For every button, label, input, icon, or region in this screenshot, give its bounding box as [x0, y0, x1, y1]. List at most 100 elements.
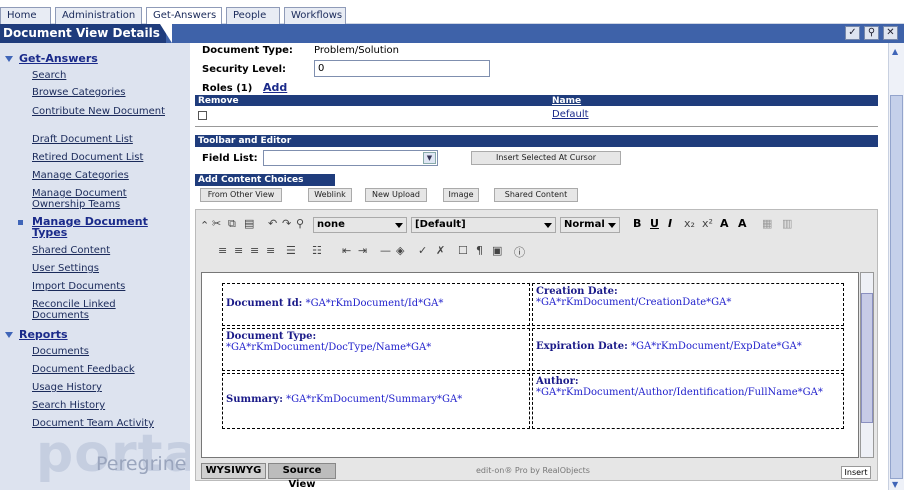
cell-label: Creation Date: [536, 286, 618, 297]
sidebar-item-document-feedback[interactable]: Document Feedback [32, 364, 167, 375]
expand-icon[interactable]: ⌃ [200, 219, 209, 232]
paragraph-marks-icon[interactable]: ¶ [476, 244, 483, 257]
tab-administration[interactable]: Administration [55, 7, 142, 24]
paste-icon[interactable]: ▤ [244, 217, 254, 230]
spellcheck-icon[interactable]: ✓ [418, 244, 427, 257]
new-upload-button[interactable]: New Upload [365, 188, 427, 202]
undo-icon[interactable]: ↶ [268, 217, 277, 230]
sidebar-item-browse-categories[interactable]: Browse Categories [32, 87, 167, 98]
editor-credit: edit-on® Pro by RealObjects [476, 466, 590, 475]
insert-object-icon[interactable]: ◈ [396, 244, 404, 257]
chevron-down-icon[interactable]: ▼ [423, 152, 436, 164]
add-role-link[interactable]: Add [263, 81, 287, 94]
find-icon[interactable]: ⚲ [296, 217, 304, 230]
tab-workflows[interactable]: Workflows [284, 7, 346, 24]
cell-document-type[interactable]: Document Type: *GA*rKmDocument/DocType/Na… [222, 328, 530, 371]
info-icon[interactable]: ⓘ [514, 244, 525, 260]
indent-icon[interactable]: ⇥ [358, 244, 367, 257]
scrollbar-thumb[interactable] [890, 95, 903, 479]
divider [195, 126, 878, 127]
doc-type-value: Problem/Solution [314, 45, 399, 56]
highlight-icon[interactable]: A [738, 217, 747, 230]
tab-people[interactable]: People [226, 7, 280, 24]
redo-icon[interactable]: ↷ [282, 217, 291, 230]
col-name[interactable]: Name [552, 95, 581, 107]
sidebar-item-reconcile-linked[interactable]: Reconcile Linked Documents [32, 299, 167, 321]
cut-icon[interactable]: ✂ [212, 217, 221, 230]
tab-source-view[interactable]: Source View [268, 463, 336, 490]
cell-expiration-date[interactable]: Expiration Date: *GA*rKmDocument/ExpDate… [532, 328, 844, 371]
subscript-icon[interactable]: x₂ [684, 217, 695, 230]
bold-icon[interactable]: B [633, 217, 641, 230]
tab-wysiwyg[interactable]: WYSIWYG [201, 463, 266, 479]
sidebar-item-documents[interactable]: Documents [32, 346, 167, 357]
sidebar-item-search-history[interactable]: Search History [32, 400, 167, 411]
sidebar-item-retired-document-list[interactable]: Retired Document List [32, 152, 167, 163]
cell-author[interactable]: Author: *GA*rKmDocument/Author/Identifica… [532, 373, 844, 429]
page-scrollbar[interactable]: ▲ ▼ [888, 43, 904, 490]
cell-label: Document Id: [226, 298, 303, 309]
cell-creation-date[interactable]: Creation Date: *GA*rKmDocument/CreationDa… [532, 283, 844, 326]
bullet-list-icon[interactable]: ☰ [286, 244, 296, 257]
font-select[interactable]: [Default] [411, 217, 556, 233]
cell-label: Summary: [226, 394, 283, 405]
justify-icon[interactable]: ≡ [266, 244, 275, 257]
sidebar-item-search[interactable]: Search [32, 70, 167, 81]
align-center-icon[interactable]: ≡ [234, 244, 243, 257]
cell-text: Document Id: *GA*rKmDocument/Id*GA* [226, 286, 526, 309]
underline-icon[interactable]: U [650, 217, 659, 230]
copy-icon[interactable]: ⧉ [228, 217, 236, 231]
cell-summary[interactable]: Summary: *GA*rKmDocument/Summary*GA* [222, 373, 530, 429]
sidebar-item-manage-categories[interactable]: Manage Categories [32, 170, 167, 181]
scrollbar-thumb[interactable] [861, 293, 873, 423]
sidebar-item-manage-ownership-teams[interactable]: Manage Document Ownership Teams [32, 188, 167, 210]
scroll-up-icon[interactable]: ▲ [892, 47, 898, 56]
doc-type-label: Document Type: [202, 45, 293, 56]
remove-role-checkbox[interactable] [198, 111, 207, 120]
field-list-select[interactable]: ▼ [263, 150, 438, 166]
image-button[interactable]: Image [443, 188, 479, 202]
superscript-icon[interactable]: x² [702, 217, 713, 230]
search-icon[interactable]: ⚲ [864, 26, 879, 40]
style-select-value: none [317, 219, 345, 230]
cell-document-id[interactable]: Document Id: *GA*rKmDocument/Id*GA* [222, 283, 530, 326]
horizontal-rule-icon[interactable]: — [380, 244, 391, 257]
page-header: Document View Details ✓ ⚲ ✕ [0, 24, 904, 43]
sidebar-item-shared-content[interactable]: Shared Content [32, 245, 167, 256]
sidebar-item-user-settings[interactable]: User Settings [32, 263, 167, 274]
shared-content-button[interactable]: Shared Content [494, 188, 578, 202]
sidebar-item-usage-history[interactable]: Usage History [32, 382, 167, 393]
sidebar-section-get-answers[interactable]: Get-Answers [5, 52, 98, 65]
scroll-down-icon[interactable]: ▼ [892, 480, 898, 489]
font-color-icon[interactable]: A [720, 217, 729, 230]
weblink-button[interactable]: Weblink [308, 188, 352, 202]
size-select[interactable]: Normal [560, 217, 620, 233]
role-name-default[interactable]: Default [552, 109, 589, 120]
fullscreen-icon[interactable]: ☐ [458, 244, 468, 257]
table-props-icon[interactable]: ▥ [782, 217, 792, 230]
properties-icon[interactable]: ▣ [492, 244, 502, 257]
editor-content-area[interactable]: Document Id: *GA*rKmDocument/Id*GA* Crea… [201, 272, 859, 458]
sidebar-item-manage-document-types[interactable]: Manage Document Types [32, 216, 167, 238]
tab-get-answers[interactable]: Get-Answers [146, 7, 222, 24]
cell-value: *GA*rKmDocument/Id*GA* [305, 298, 444, 309]
sidebar-item-contribute-new-document[interactable]: Contribute New Document [32, 106, 167, 117]
insert-at-cursor-button[interactable]: Insert Selected At Cursor [471, 151, 621, 165]
align-right-icon[interactable]: ≡ [250, 244, 259, 257]
sidebar-item-import-documents[interactable]: Import Documents [32, 281, 167, 292]
align-left-icon[interactable]: ≡ [218, 244, 227, 257]
from-other-view-button[interactable]: From Other View [200, 188, 282, 202]
numbered-list-icon[interactable]: ☷ [312, 244, 322, 257]
close-icon[interactable]: ✕ [883, 26, 898, 40]
check-icon[interactable]: ✓ [845, 26, 860, 40]
security-level-input[interactable]: 0 [314, 60, 490, 77]
outdent-icon[interactable]: ⇤ [342, 244, 351, 257]
table-icon[interactable]: ▦ [762, 217, 772, 230]
sidebar-item-draft-document-list[interactable]: Draft Document List [32, 134, 167, 145]
sidebar-section-reports[interactable]: Reports [5, 328, 68, 341]
style-select[interactable]: none [313, 217, 407, 233]
tab-home[interactable]: Home [0, 7, 51, 24]
editor-scrollbar[interactable] [860, 272, 874, 458]
clear-format-icon[interactable]: ✗ [436, 244, 445, 257]
italic-icon[interactable]: I [668, 217, 672, 230]
